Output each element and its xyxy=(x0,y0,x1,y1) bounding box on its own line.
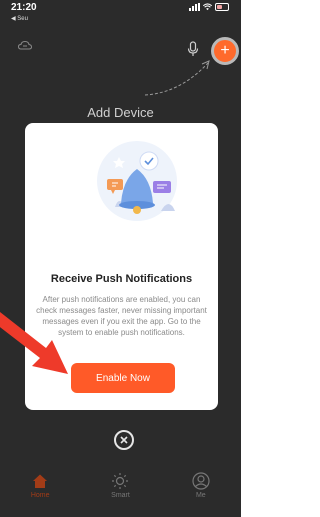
notification-bell-illustration xyxy=(97,141,177,221)
system-icons xyxy=(189,3,229,11)
dialog-title: Receive Push Notifications xyxy=(50,273,193,285)
tab-home-label: Home xyxy=(30,492,50,499)
tab-home[interactable]: Home xyxy=(0,466,80,517)
tab-me-label: Me xyxy=(195,492,206,499)
tab-me[interactable]: Me xyxy=(161,466,241,517)
red-pointer-arrow-icon xyxy=(0,312,68,374)
back-to-app-link[interactable]: ◀ Seu xyxy=(11,15,28,22)
cloud-icon[interactable] xyxy=(18,41,32,50)
close-dialog-button[interactable] xyxy=(114,430,134,450)
app-screen: 21:20 ◀ Seu + Add Device Receive Push No… xyxy=(0,0,241,517)
status-time: 21:20 xyxy=(11,2,37,13)
person-icon xyxy=(192,472,210,490)
page-title: Add Device xyxy=(87,105,154,120)
dashed-arrow-icon xyxy=(144,60,210,96)
enable-now-button[interactable]: Enable Now xyxy=(71,363,175,393)
sun-icon xyxy=(112,473,129,489)
wifi-icon xyxy=(203,3,212,11)
bottom-tab-bar: Home Smart Me xyxy=(0,466,241,517)
close-icon xyxy=(120,436,128,444)
plus-icon: + xyxy=(220,42,230,59)
status-bar: 21:20 ◀ Seu xyxy=(0,0,241,34)
battery-icon xyxy=(215,3,229,11)
tab-smart[interactable]: Smart xyxy=(80,466,160,517)
home-icon xyxy=(33,474,48,488)
tab-smart-label: Smart xyxy=(111,492,130,499)
signal-icon xyxy=(189,3,200,11)
